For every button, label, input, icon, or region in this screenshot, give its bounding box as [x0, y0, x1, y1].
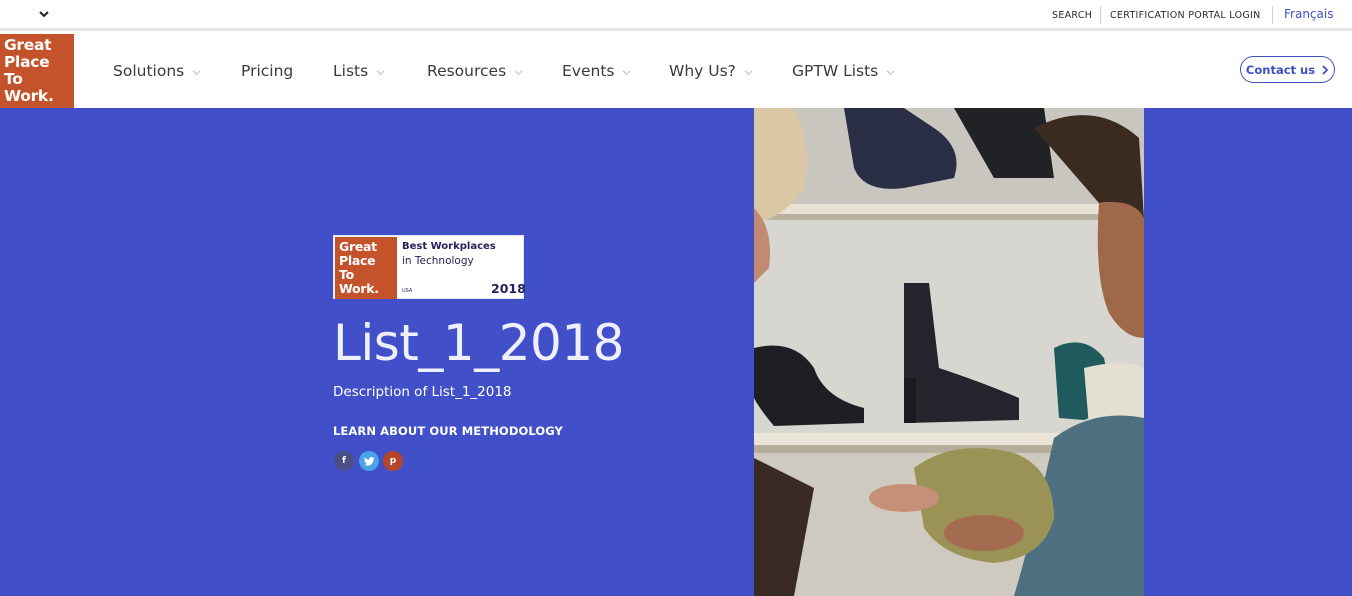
badge-logo-line: Place: [339, 253, 376, 268]
divider: [1272, 6, 1273, 24]
nav-item-label: Solutions: [113, 62, 185, 80]
nav-item-events[interactable]: Events: [562, 34, 632, 108]
page-description: Description of List_1_2018: [333, 384, 512, 400]
nav-item-why-us[interactable]: Why Us?: [669, 34, 753, 108]
nav-item-label: Resources: [427, 62, 507, 80]
badge-subtitle: in Technology: [402, 255, 474, 267]
badge-logo-line: To: [339, 267, 354, 282]
great-place-to-work-logo[interactable]: Great Place To Work.: [0, 34, 74, 108]
badge-title: Best Workplaces: [402, 241, 496, 252]
pinterest-glyph: p: [389, 456, 397, 466]
main-navigation: Great Place To Work. Solutions Pricing L…: [0, 34, 1352, 108]
nav-item-resources[interactable]: Resources: [427, 34, 523, 108]
nav-item-label: Why Us?: [669, 62, 736, 80]
nav-item-label: Events: [562, 62, 615, 80]
pinterest-icon[interactable]: p: [383, 451, 403, 471]
contact-us-label: Contact us: [1245, 62, 1316, 77]
nav-item-label: Lists: [333, 62, 369, 80]
logo-line: Place: [4, 53, 50, 71]
chevron-down-icon: [886, 69, 895, 75]
twitter-bird-icon: [363, 456, 374, 466]
badge-logo: Great Place To Work.: [335, 237, 397, 299]
chevron-down-icon: [376, 69, 385, 75]
logo-line: Great: [4, 36, 52, 54]
twitter-icon[interactable]: [359, 451, 379, 471]
chevron-down-icon: [622, 69, 632, 75]
nav-item-lists[interactable]: Lists: [333, 34, 385, 108]
methodology-link[interactable]: LEARN ABOUT OUR METHODOLOGY: [333, 424, 563, 438]
nav-item-label: Pricing: [241, 62, 294, 80]
best-workplaces-badge: Great Place To Work. Best Workplaces in …: [333, 235, 526, 299]
logo-line: Work.: [4, 87, 54, 105]
shoe-store-illustration: [754, 108, 1144, 596]
nav-item-gptw-lists[interactable]: GPTW Lists: [792, 34, 895, 108]
divider: [1100, 6, 1101, 24]
badge-country: USA: [402, 288, 413, 294]
contact-us-button[interactable]: Contact us: [1240, 56, 1335, 83]
chevron-down-icon: [192, 69, 201, 75]
badge-logo-line: Great: [339, 239, 377, 254]
utility-bar: SEARCH CERTIFICATION PORTAL LOGIN França…: [0, 0, 1352, 31]
certification-portal-login-link[interactable]: CERTIFICATION PORTAL LOGIN: [1110, 0, 1261, 31]
language-switch-link[interactable]: Français: [1284, 0, 1333, 29]
nav-item-label: GPTW Lists: [792, 62, 879, 80]
nav-item-pricing[interactable]: Pricing: [241, 34, 293, 108]
hero-photo-shoe-store: [754, 108, 1144, 596]
chevron-down-icon[interactable]: [36, 6, 52, 22]
nav-item-solutions[interactable]: Solutions: [113, 34, 201, 108]
search-link[interactable]: SEARCH: [1052, 0, 1092, 31]
facebook-glyph: f: [342, 456, 346, 466]
chevron-down-icon: [514, 69, 523, 75]
hero-section: Great Place To Work. Best Workplaces in …: [0, 108, 1352, 596]
badge-year: 2018: [491, 281, 526, 296]
logo-line: To: [4, 70, 23, 88]
facebook-icon[interactable]: f: [334, 451, 354, 471]
chevron-right-icon: [1322, 64, 1329, 75]
page-title: List_1_2018: [333, 314, 624, 372]
badge-logo-line: Work.: [339, 281, 379, 296]
chevron-down-icon: [744, 69, 753, 75]
